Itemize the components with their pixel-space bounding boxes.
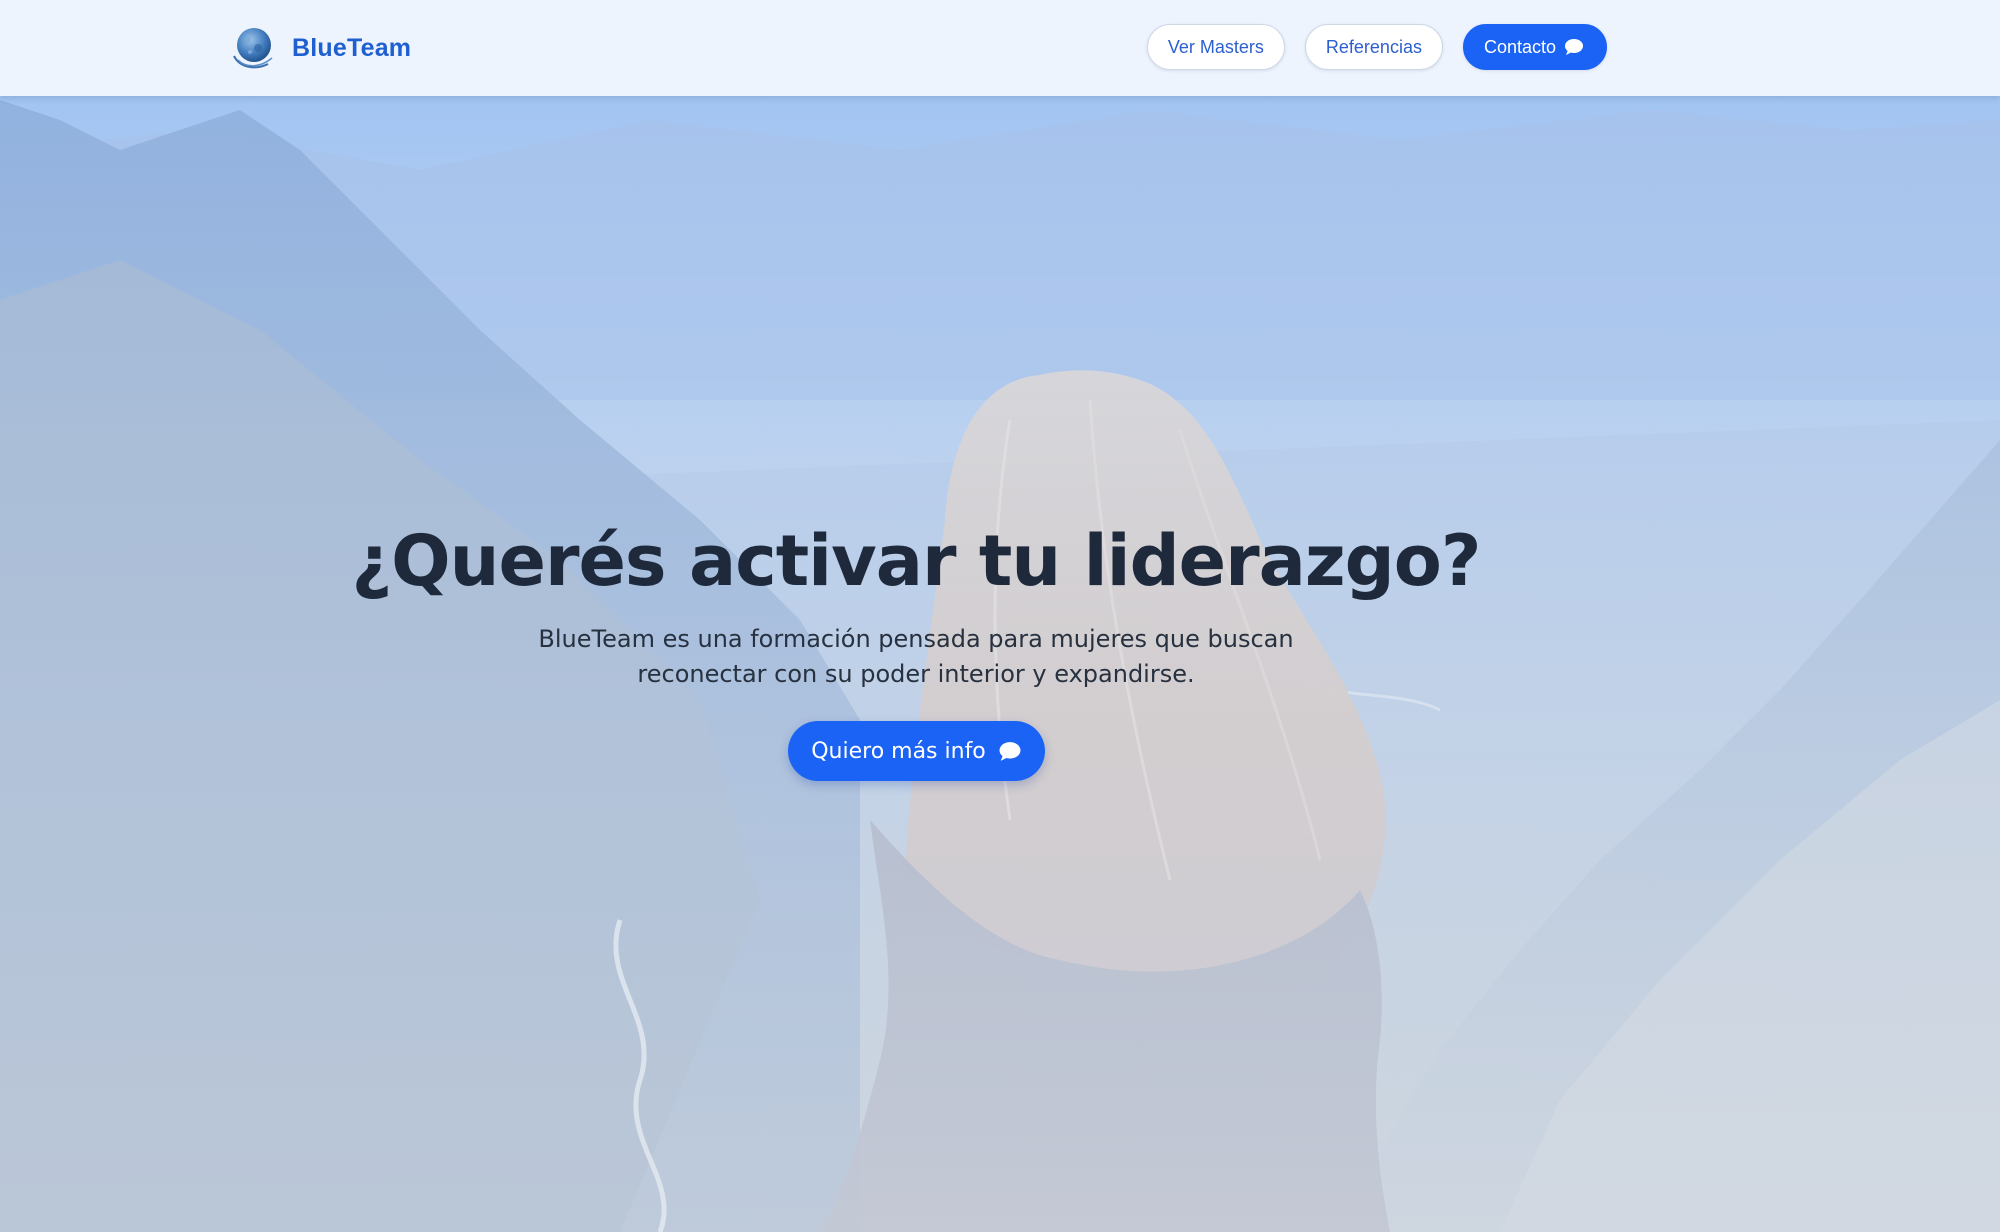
nav-ver-masters-label: Ver Masters [1167,36,1264,57]
nav-ver-masters-button[interactable]: Ver Masters [1146,24,1285,70]
nav-contacto-button[interactable]: Contacto [1462,24,1607,70]
page: BlueTeam Ver Masters Referencias Contact… [0,0,2000,1232]
nav-referencias-button[interactable]: Referencias [1304,24,1443,70]
main-nav: Ver Masters Referencias Contacto [1146,24,1607,70]
moon-globe-logo-icon [233,28,273,69]
chat-bubble-icon [1565,39,1583,55]
hero-subtitle-line-2: reconectar con su poder interior y expan… [637,660,1195,688]
nav-referencias-label: Referencias [1325,36,1422,57]
nav-contacto-label: Contacto [1483,36,1556,57]
cta-label: Quiero más info [811,738,986,764]
chat-bubble-icon [999,741,1021,761]
hero-subtitle: BlueTeam es una formación pensada para m… [516,622,1316,692]
hero-subtitle-line-1: BlueTeam es una formación pensada para m… [538,625,1294,653]
hero-section: ¿Querés activar tu liderazgo? BlueTeam e… [0,0,2000,1232]
brand-name: BlueTeam [292,33,412,62]
site-header: BlueTeam Ver Masters Referencias Contact… [0,0,2000,96]
hero-title: ¿Querés activar tu liderazgo? [351,520,1482,602]
cta-quiero-mas-info-button[interactable]: Quiero más info [788,721,1045,781]
brand-link[interactable]: BlueTeam [230,22,411,74]
